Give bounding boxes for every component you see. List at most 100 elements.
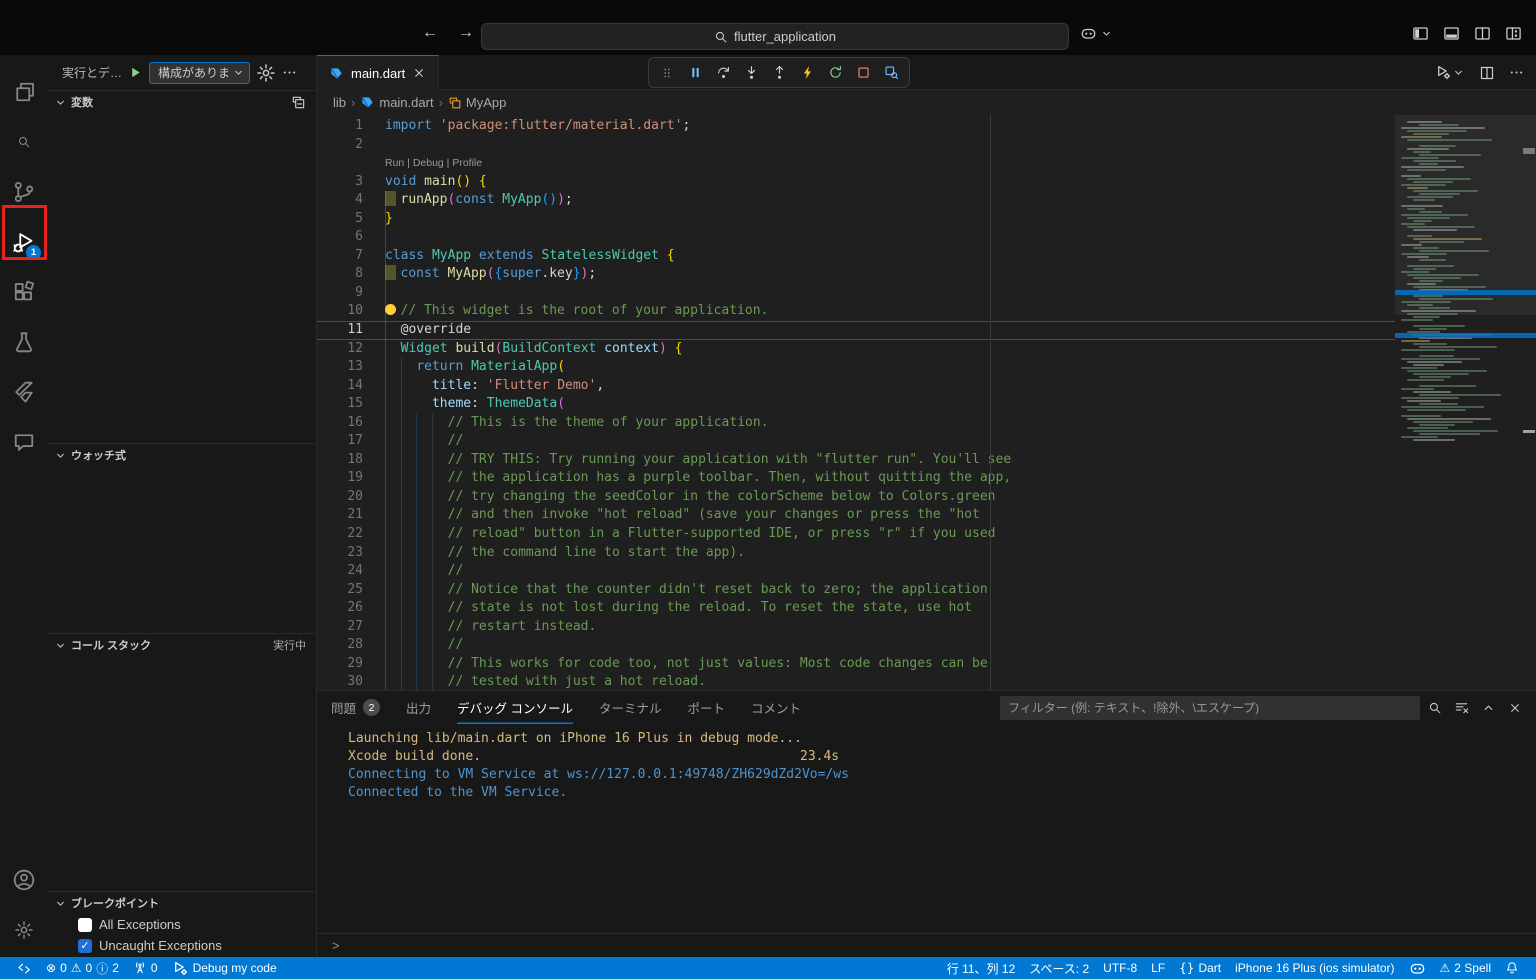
copilot-menu[interactable] <box>1080 25 1113 42</box>
code-line-26[interactable]: 26 // state is not lost during the reloa… <box>317 599 1536 618</box>
debug-console-output[interactable]: Launching lib/main.dart on iPhone 16 Plu… <box>317 724 1536 933</box>
status-indentation[interactable]: スペース: 2 <box>1022 957 1096 979</box>
chevron-up-icon[interactable] <box>1481 700 1496 715</box>
code-line-7[interactable]: 7class MyApp extends StatelessWidget { <box>317 247 1536 266</box>
activity-item-testing[interactable] <box>0 317 48 367</box>
activity-item-search[interactable] <box>0 117 48 167</box>
close-icon[interactable] <box>412 66 426 80</box>
code-line-30[interactable]: 30 // tested with just a hot reload. <box>317 673 1536 690</box>
code-line-11[interactable]: 11 @override <box>317 321 1536 340</box>
split-editor-button[interactable] <box>1479 65 1495 81</box>
section-header-callstack[interactable]: コール スタック 実行中 <box>48 634 316 656</box>
clear-console-icon[interactable] <box>1454 700 1469 715</box>
search-icon[interactable] <box>1428 701 1442 715</box>
step-over-button[interactable] <box>711 61 735 85</box>
code-line-21[interactable]: 21 // and then invoke "hot reload" (save… <box>317 506 1536 525</box>
breadcrumb-item[interactable]: lib <box>333 95 346 110</box>
status-debug-session[interactable]: Debug my code <box>165 957 284 979</box>
activity-item-source-control[interactable] <box>0 167 48 217</box>
gear-icon[interactable] <box>256 63 276 83</box>
hot-reload-button[interactable] <box>795 61 819 85</box>
code-line-1[interactable]: 1import 'package:flutter/material.dart'; <box>317 117 1536 136</box>
tab-main-dart[interactable]: main.dart <box>317 55 439 90</box>
minimap[interactable] <box>1395 115 1536 690</box>
code-line-14[interactable]: 14 title: 'Flutter Demo', <box>317 377 1536 396</box>
console-filter-input[interactable] <box>1000 701 1420 715</box>
status-remote[interactable] <box>10 957 39 979</box>
activity-item-run-and-debug[interactable]: 1 <box>0 217 48 267</box>
status-eol[interactable]: LF <box>1144 957 1172 979</box>
activity-item-flutter[interactable] <box>0 367 48 417</box>
panel-tab-ターミナル[interactable]: ターミナル <box>599 691 662 724</box>
stop-button[interactable] <box>851 61 875 85</box>
close-icon[interactable] <box>1508 701 1522 715</box>
code-line-22[interactable]: 22 // reload" button in a Flutter-suppor… <box>317 525 1536 544</box>
code-line-8[interactable]: 8const MyApp({super.key}); <box>317 265 1536 284</box>
code-line-19[interactable]: 19 // the application has a purple toolb… <box>317 469 1536 488</box>
code-line-20[interactable]: 20 // try changing the seedColor in the … <box>317 488 1536 507</box>
activity-item-explorer[interactable] <box>0 67 48 117</box>
layout-sidebar-right-icon[interactable] <box>1474 25 1491 42</box>
code-line-4[interactable]: 4runApp(const MyApp()); <box>317 191 1536 210</box>
code-line-27[interactable]: 27 // restart instead. <box>317 618 1536 637</box>
restart-button[interactable] <box>823 61 847 85</box>
code-line-5[interactable]: 5} <box>317 210 1536 229</box>
back-button[interactable]: ← <box>420 24 440 42</box>
code-line-15[interactable]: 15 theme: ThemeData( <box>317 395 1536 414</box>
ellipsis-icon[interactable] <box>282 65 297 80</box>
section-header-variables[interactable]: 変数 <box>48 91 316 113</box>
breakpoint-item[interactable]: ✓ Uncaught Exceptions <box>48 935 316 956</box>
more-actions-button[interactable] <box>1509 65 1524 80</box>
panel-tab-デバッグ コンソール[interactable]: デバッグ コンソール <box>457 691 573 724</box>
status-notifications[interactable] <box>1498 957 1526 979</box>
lightbulb-icon[interactable] <box>385 304 396 315</box>
step-out-button[interactable] <box>767 61 791 85</box>
status-problems[interactable]: ⊗0⚠0ⓘ2 <box>39 957 126 979</box>
code-line-3[interactable]: 3void main() { <box>317 173 1536 192</box>
activity-item-chat[interactable] <box>0 417 48 467</box>
checkbox-unchecked[interactable] <box>78 918 92 932</box>
forward-button[interactable]: → <box>456 24 476 42</box>
status-spell-checker[interactable]: ⚠2 Spell <box>1433 957 1498 979</box>
collapse-all-icon[interactable] <box>291 95 306 110</box>
code-line-6[interactable]: 6 <box>317 228 1536 247</box>
debug-console-prompt[interactable]: > <box>317 933 1536 957</box>
status-device[interactable]: iPhone 16 Plus (ios simulator) <box>1228 957 1401 979</box>
code-line-24[interactable]: 24 // <box>317 562 1536 581</box>
code-editor[interactable]: 1import 'package:flutter/material.dart';… <box>317 115 1536 690</box>
code-line-29[interactable]: 29 // This works for code too, not just … <box>317 655 1536 674</box>
step-into-button[interactable] <box>739 61 763 85</box>
code-line-28[interactable]: 28 // <box>317 636 1536 655</box>
panel-tab-問題[interactable]: 問題 2 <box>331 691 380 724</box>
section-header-watch[interactable]: ウォッチ式 <box>48 444 316 466</box>
panel-tab-コメント[interactable]: コメント <box>751 691 801 724</box>
start-debug-button[interactable] <box>128 65 143 80</box>
status-cursor-position[interactable]: 行 11、列 12 <box>940 957 1022 979</box>
status-copilot[interactable] <box>1402 957 1433 979</box>
code-line-9[interactable]: 9 <box>317 284 1536 303</box>
code-line-23[interactable]: 23 // the command line to start the app)… <box>317 544 1536 563</box>
code-line-13[interactable]: 13 return MaterialApp( <box>317 358 1536 377</box>
activity-item-extensions[interactable] <box>0 267 48 317</box>
checkbox-checked[interactable]: ✓ <box>78 939 92 953</box>
code-line-2[interactable]: 2 <box>317 136 1536 155</box>
breadcrumb-item[interactable]: MyApp <box>448 95 506 110</box>
section-header-breakpoints[interactable]: ブレークポイント <box>48 892 316 914</box>
drag-grip-button[interactable] <box>655 61 679 85</box>
code-line-18[interactable]: 18 // TRY THIS: Try running your applica… <box>317 451 1536 470</box>
widget-inspector-button[interactable] <box>879 61 903 85</box>
activity-item-settings[interactable] <box>0 905 48 955</box>
code-line-16[interactable]: 16 // This is the theme of your applicat… <box>317 414 1536 433</box>
console-filter[interactable] <box>1000 696 1420 720</box>
status-language-mode[interactable]: {}Dart <box>1172 957 1228 979</box>
status-ports[interactable]: 0 <box>126 957 165 979</box>
status-encoding[interactable]: UTF-8 <box>1096 957 1144 979</box>
pause-button[interactable] <box>683 61 707 85</box>
layout-customize-icon[interactable] <box>1505 25 1522 42</box>
code-line-25[interactable]: 25 // Notice that the counter didn't res… <box>317 581 1536 600</box>
codelens[interactable]: Run | Debug | Profile <box>317 154 1536 173</box>
code-line-10[interactable]: 10// This widget is the root of your app… <box>317 302 1536 321</box>
breakpoint-item[interactable]: All Exceptions <box>48 914 316 935</box>
panel-tab-出力[interactable]: 出力 <box>406 691 431 724</box>
breadcrumb-item[interactable]: main.dart <box>360 95 433 110</box>
